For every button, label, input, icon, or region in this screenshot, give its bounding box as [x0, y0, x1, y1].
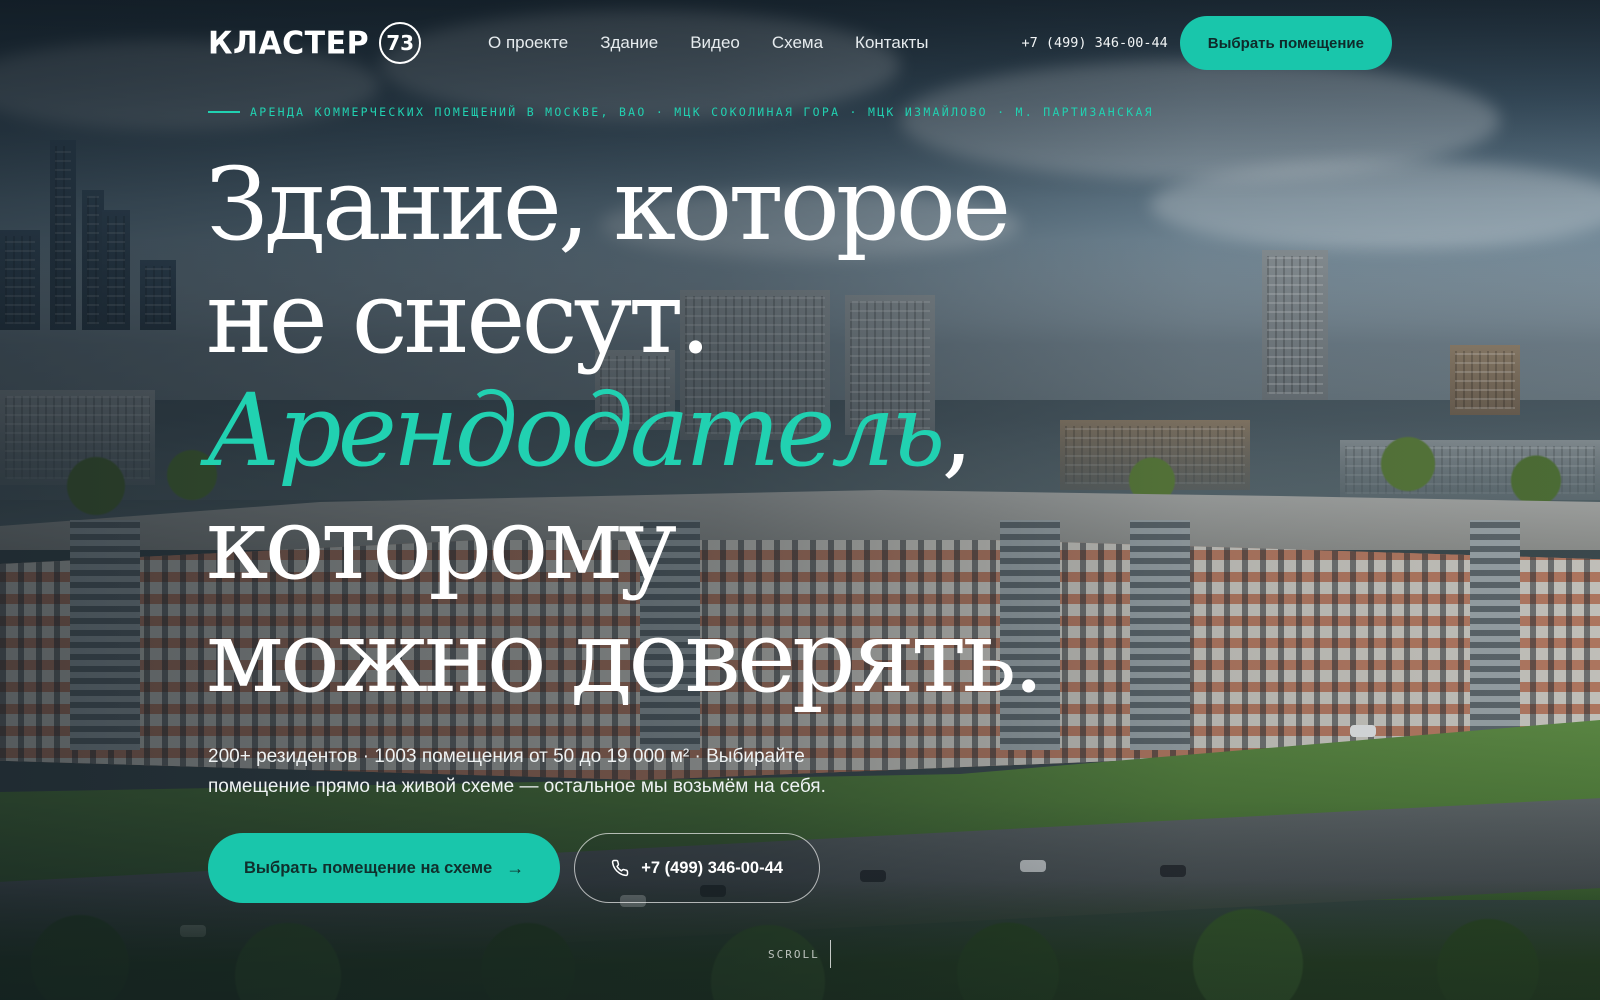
header-phone-link[interactable]: +7 (499) 346-00-44	[1021, 35, 1167, 51]
headline-line-5: можно доверять.	[206, 598, 1045, 715]
logo-number-badge: 73	[379, 22, 422, 64]
nav-item-scheme[interactable]: Схема	[772, 33, 823, 53]
eyebrow-divider	[208, 111, 240, 113]
nav-item-about[interactable]: О проекте	[488, 33, 568, 53]
headline-accent-word: Арендодатель	[206, 372, 945, 489]
headline-accent-comma: ,	[941, 372, 974, 489]
hero-subtitle: 200+ резидентов · 1003 помещения от 50 д…	[208, 746, 826, 797]
headline-line-1: Здание, которое	[206, 146, 1011, 263]
hero-headline: Здание, которое не снесут. Арендодатель,…	[206, 148, 1206, 713]
logo[interactable]: КЛАСТЕР 73	[208, 22, 438, 64]
arrow-right-icon: →	[506, 858, 525, 878]
choose-on-scheme-button[interactable]: Выбрать помещение на схеме →	[208, 833, 561, 903]
choose-on-scheme-label: Выбрать помещение на схеме	[244, 858, 493, 877]
scroll-indicator[interactable]: SCROLL	[768, 940, 832, 968]
headline-line-2: не снесут.	[206, 259, 711, 376]
scroll-label: SCROLL	[768, 947, 820, 961]
nav-item-building[interactable]: Здание	[600, 33, 658, 53]
hero-eyebrow: АРЕНДА КОММЕРЧЕСКИХ ПОМЕЩЕНИЙ В МОСКВЕ, …	[208, 105, 1154, 119]
eyebrow-text: АРЕНДА КОММЕРЧЕСКИХ ПОМЕЩЕНИЙ В МОСКВЕ, …	[250, 105, 1154, 119]
hero-cta-row: Выбрать помещение на схеме → +7 (499) 34…	[208, 833, 820, 903]
scroll-line	[829, 940, 832, 968]
phone-icon	[611, 859, 629, 877]
nav-item-contacts[interactable]: Контакты	[855, 33, 928, 53]
site-header: КЛАСТЕР 73 О проекте Здание Видео Схема …	[208, 16, 1392, 70]
headline-line-3: Арендодатель,	[206, 374, 1206, 487]
logo-wordmark: КЛАСТЕР	[208, 24, 370, 62]
main-nav: О проекте Здание Видео Схема Контакты	[488, 33, 928, 53]
headline-line-4: которому	[206, 485, 677, 602]
choose-premises-button[interactable]: Выбрать помещение	[1179, 16, 1392, 70]
call-phone-label: +7 (499) 346-00-44	[641, 858, 783, 877]
nav-item-video[interactable]: Видео	[690, 33, 740, 53]
call-phone-button[interactable]: +7 (499) 346-00-44	[574, 833, 820, 903]
